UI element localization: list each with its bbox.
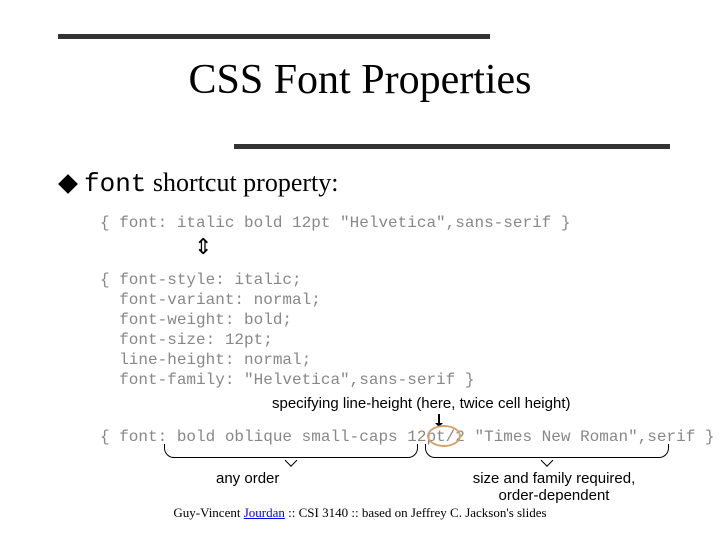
brace-left-icon — [164, 444, 418, 458]
top-divider — [58, 34, 490, 39]
footer-pre: Guy-Vincent — [173, 505, 243, 520]
subtitle-divider — [234, 144, 670, 149]
brace-right-icon — [425, 444, 669, 458]
bullet-item: font shortcut property: — [60, 168, 339, 199]
footer-post: :: CSI 3140 :: based on Jeffrey C. Jacks… — [285, 505, 547, 520]
annotation-any-order: any order — [216, 470, 279, 487]
annotation-line-height: specifying line-height (here, twice cell… — [272, 395, 570, 412]
code-longhand: { font-style: italic; font-variant: norm… — [100, 270, 474, 390]
footer-author-link[interactable]: Jourdan — [244, 505, 285, 520]
bullet-rest: shortcut property: — [146, 168, 338, 197]
bullet-code-word: font — [84, 169, 146, 199]
page-title: CSS Font Properties — [0, 56, 720, 104]
footer-credit: Guy-Vincent Jourdan :: CSI 3140 :: based… — [0, 505, 720, 521]
bullet-text: font shortcut property: — [84, 168, 339, 199]
annotation-required: size and family required, order-dependen… — [454, 470, 654, 504]
code-shorthand: { font: italic bold 12pt "Helvetica",san… — [100, 214, 570, 232]
diamond-bullet-icon — [60, 176, 76, 192]
expand-arrow-icon: ⇕ — [194, 234, 212, 260]
annotation-arrow-icon — [438, 414, 440, 427]
